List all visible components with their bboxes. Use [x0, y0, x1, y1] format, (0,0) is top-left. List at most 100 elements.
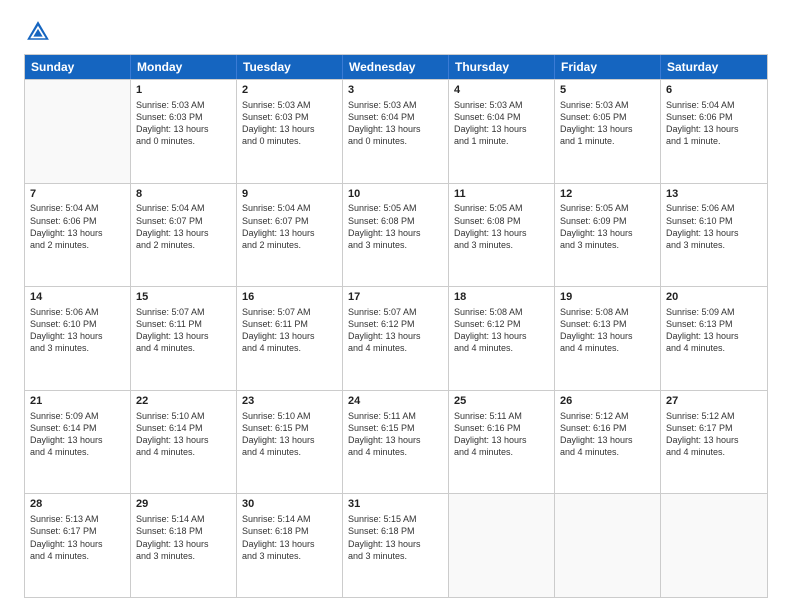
- cell-line: Daylight: 13 hours: [348, 123, 443, 135]
- cell-line: Sunrise: 5:05 AM: [560, 202, 655, 214]
- cell-line: Sunset: 6:16 PM: [454, 422, 549, 434]
- calendar-cell-4-2: 30Sunrise: 5:14 AMSunset: 6:18 PMDayligh…: [237, 494, 343, 597]
- day-number: 26: [560, 394, 655, 409]
- calendar-cell-4-0: 28Sunrise: 5:13 AMSunset: 6:17 PMDayligh…: [25, 494, 131, 597]
- day-number: 14: [30, 290, 125, 305]
- cell-line: Sunset: 6:12 PM: [348, 318, 443, 330]
- cell-line: and 4 minutes.: [454, 446, 549, 458]
- cell-line: Daylight: 13 hours: [30, 538, 125, 550]
- cell-line: Sunrise: 5:05 AM: [454, 202, 549, 214]
- cell-line: Sunset: 6:09 PM: [560, 215, 655, 227]
- day-number: 6: [666, 83, 762, 98]
- calendar: SundayMondayTuesdayWednesdayThursdayFrid…: [24, 54, 768, 598]
- calendar-cell-1-2: 9Sunrise: 5:04 AMSunset: 6:07 PMDaylight…: [237, 184, 343, 287]
- cell-line: Sunrise: 5:08 AM: [454, 306, 549, 318]
- cell-line: Sunrise: 5:14 AM: [242, 513, 337, 525]
- cell-line: Sunset: 6:15 PM: [242, 422, 337, 434]
- cell-line: Sunrise: 5:09 AM: [30, 410, 125, 422]
- day-number: 19: [560, 290, 655, 305]
- calendar-cell-2-6: 20Sunrise: 5:09 AMSunset: 6:13 PMDayligh…: [661, 287, 767, 390]
- cell-line: and 3 minutes.: [242, 550, 337, 562]
- cell-line: and 2 minutes.: [136, 239, 231, 251]
- cell-line: Sunset: 6:04 PM: [454, 111, 549, 123]
- day-number: 7: [30, 187, 125, 202]
- cell-line: Sunrise: 5:07 AM: [136, 306, 231, 318]
- calendar-row-4: 28Sunrise: 5:13 AMSunset: 6:17 PMDayligh…: [25, 493, 767, 597]
- cell-line: Sunset: 6:10 PM: [666, 215, 762, 227]
- cell-line: and 4 minutes.: [560, 342, 655, 354]
- day-number: 18: [454, 290, 549, 305]
- cell-line: Sunrise: 5:07 AM: [348, 306, 443, 318]
- day-number: 28: [30, 497, 125, 512]
- cell-line: and 1 minute.: [666, 135, 762, 147]
- cell-line: Daylight: 13 hours: [454, 123, 549, 135]
- cell-line: Sunset: 6:16 PM: [560, 422, 655, 434]
- cell-line: Sunrise: 5:04 AM: [136, 202, 231, 214]
- calendar-cell-0-0: [25, 80, 131, 183]
- header-day-friday: Friday: [555, 55, 661, 79]
- cell-line: and 4 minutes.: [666, 446, 762, 458]
- cell-line: and 4 minutes.: [454, 342, 549, 354]
- cell-line: Daylight: 13 hours: [348, 538, 443, 550]
- cell-line: and 1 minute.: [560, 135, 655, 147]
- header-day-thursday: Thursday: [449, 55, 555, 79]
- cell-line: Sunset: 6:08 PM: [454, 215, 549, 227]
- calendar-row-3: 21Sunrise: 5:09 AMSunset: 6:14 PMDayligh…: [25, 390, 767, 494]
- calendar-cell-1-0: 7Sunrise: 5:04 AMSunset: 6:06 PMDaylight…: [25, 184, 131, 287]
- cell-line: Daylight: 13 hours: [136, 434, 231, 446]
- cell-line: Sunset: 6:14 PM: [30, 422, 125, 434]
- cell-line: Daylight: 13 hours: [666, 330, 762, 342]
- cell-line: Sunset: 6:05 PM: [560, 111, 655, 123]
- calendar-row-0: 1Sunrise: 5:03 AMSunset: 6:03 PMDaylight…: [25, 79, 767, 183]
- cell-line: Sunset: 6:08 PM: [348, 215, 443, 227]
- cell-line: Sunset: 6:06 PM: [666, 111, 762, 123]
- cell-line: Daylight: 13 hours: [30, 330, 125, 342]
- cell-line: Daylight: 13 hours: [454, 227, 549, 239]
- cell-line: Sunrise: 5:11 AM: [348, 410, 443, 422]
- logo: [24, 18, 56, 46]
- cell-line: Sunrise: 5:06 AM: [30, 306, 125, 318]
- cell-line: Sunrise: 5:03 AM: [348, 99, 443, 111]
- cell-line: Daylight: 13 hours: [348, 227, 443, 239]
- cell-line: Sunrise: 5:03 AM: [560, 99, 655, 111]
- calendar-cell-4-5: [555, 494, 661, 597]
- day-number: 22: [136, 394, 231, 409]
- calendar-cell-1-4: 11Sunrise: 5:05 AMSunset: 6:08 PMDayligh…: [449, 184, 555, 287]
- cell-line: Sunset: 6:11 PM: [136, 318, 231, 330]
- cell-line: Sunrise: 5:09 AM: [666, 306, 762, 318]
- cell-line: Sunrise: 5:14 AM: [136, 513, 231, 525]
- day-number: 11: [454, 187, 549, 202]
- header-day-monday: Monday: [131, 55, 237, 79]
- calendar-cell-1-5: 12Sunrise: 5:05 AMSunset: 6:09 PMDayligh…: [555, 184, 661, 287]
- calendar-cell-0-4: 4Sunrise: 5:03 AMSunset: 6:04 PMDaylight…: [449, 80, 555, 183]
- cell-line: Daylight: 13 hours: [242, 227, 337, 239]
- cell-line: Sunrise: 5:08 AM: [560, 306, 655, 318]
- calendar-cell-4-1: 29Sunrise: 5:14 AMSunset: 6:18 PMDayligh…: [131, 494, 237, 597]
- cell-line: Sunset: 6:17 PM: [30, 525, 125, 537]
- cell-line: Sunrise: 5:04 AM: [242, 202, 337, 214]
- cell-line: Daylight: 13 hours: [454, 434, 549, 446]
- day-number: 13: [666, 187, 762, 202]
- day-number: 27: [666, 394, 762, 409]
- cell-line: and 4 minutes.: [242, 342, 337, 354]
- cell-line: Sunrise: 5:12 AM: [560, 410, 655, 422]
- calendar-cell-4-3: 31Sunrise: 5:15 AMSunset: 6:18 PMDayligh…: [343, 494, 449, 597]
- calendar-cell-0-3: 3Sunrise: 5:03 AMSunset: 6:04 PMDaylight…: [343, 80, 449, 183]
- day-number: 3: [348, 83, 443, 98]
- calendar-header: SundayMondayTuesdayWednesdayThursdayFrid…: [25, 55, 767, 79]
- cell-line: Sunrise: 5:12 AM: [666, 410, 762, 422]
- cell-line: Daylight: 13 hours: [30, 434, 125, 446]
- cell-line: Sunrise: 5:03 AM: [136, 99, 231, 111]
- calendar-cell-2-2: 16Sunrise: 5:07 AMSunset: 6:11 PMDayligh…: [237, 287, 343, 390]
- cell-line: and 2 minutes.: [242, 239, 337, 251]
- calendar-row-1: 7Sunrise: 5:04 AMSunset: 6:06 PMDaylight…: [25, 183, 767, 287]
- cell-line: and 3 minutes.: [348, 239, 443, 251]
- cell-line: Daylight: 13 hours: [136, 227, 231, 239]
- cell-line: Sunrise: 5:10 AM: [242, 410, 337, 422]
- day-number: 23: [242, 394, 337, 409]
- cell-line: and 3 minutes.: [454, 239, 549, 251]
- day-number: 31: [348, 497, 443, 512]
- cell-line: and 4 minutes.: [136, 342, 231, 354]
- cell-line: Daylight: 13 hours: [30, 227, 125, 239]
- cell-line: Daylight: 13 hours: [560, 123, 655, 135]
